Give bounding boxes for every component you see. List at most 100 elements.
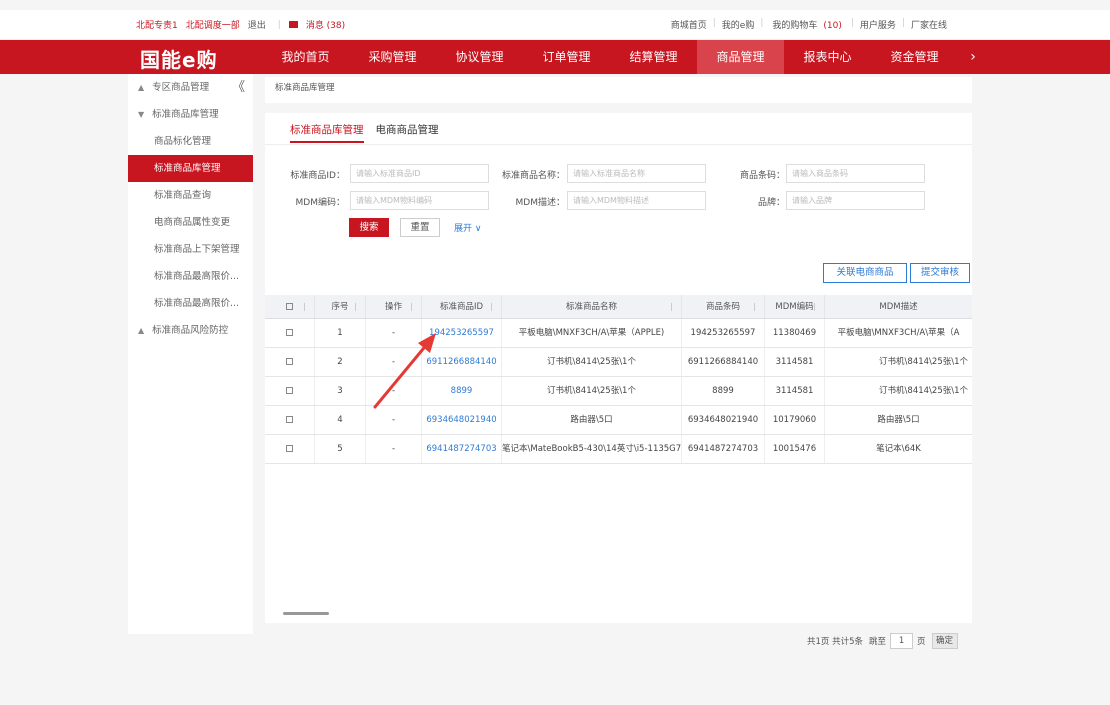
horizontal-scrollbar[interactable] (283, 612, 329, 615)
table-row: 5 - 6941487274703 笔记本\MateBookB5-430\14英… (265, 435, 972, 464)
row-no: 1 (315, 319, 366, 347)
product-desc: 订书机\8414\25张\1个 (879, 357, 968, 367)
link-ecommerce-button[interactable]: 关联电商商品 (823, 263, 907, 283)
row-checkbox[interactable] (265, 319, 315, 347)
mall-home-link[interactable]: 商城首页 (671, 18, 707, 31)
sidebar-item-std-library[interactable]: 标准商品库管理 (128, 155, 253, 182)
barcode-label: 商品条码： (739, 171, 785, 181)
product-name: 笔记本\MateBookB5-430\14英寸\i5-1135G7 (502, 435, 682, 463)
std-name-label: 标准商品名称： (501, 171, 565, 181)
product-id-link[interactable]: 6941487274703 (422, 435, 502, 463)
department: 北配调度一部 (185, 21, 240, 31)
logo: 国能e购 (140, 48, 218, 72)
nav-products[interactable]: 商品管理 (697, 40, 784, 74)
row-checkbox[interactable] (265, 435, 315, 463)
row-no: 2 (315, 348, 366, 376)
page-number-input[interactable]: 1 (890, 633, 914, 649)
row-checkbox[interactable] (265, 406, 315, 434)
main-nav: 国能e购 我的首页 采购管理 协议管理 订单管理 结算管理 商品管理 报表中心 … (0, 40, 1110, 74)
tab-ecommerce[interactable]: 电商商品管理 (376, 122, 439, 143)
select-all-checkbox[interactable] (265, 295, 315, 318)
sidebar: ▲ 专区商品管理 《 ▼ 标准商品库管理 商品标化管理 标准商品库管理 标准商品查询… (128, 74, 253, 634)
sidebar-item-max-price-2[interactable]: 标准商品最高限价... (128, 290, 253, 317)
product-desc: 笔记本\64K (876, 444, 921, 454)
product-barcode: 6911266884140 (682, 348, 765, 376)
mdm-code-label: MDM编码： (295, 198, 345, 208)
product-mdm: 11380469 (765, 319, 825, 347)
nav-home[interactable]: 我的首页 (262, 40, 349, 74)
reset-button[interactable]: 重置 (400, 218, 440, 237)
pagination: 共1页 共计5条 跳至 1 页 确定 (807, 633, 958, 649)
nav-funds[interactable]: 资金管理 (871, 40, 958, 74)
std-id-input[interactable]: 请输入标准商品ID (350, 164, 489, 183)
row-checkbox[interactable] (265, 348, 315, 376)
nav-reports[interactable]: 报表中心 (784, 40, 871, 74)
sidebar-item-attr-change[interactable]: 电商商品属性变更 (128, 209, 253, 236)
breadcrumb: 标准商品库管理 (265, 77, 972, 103)
col-header-no[interactable]: 序号 (315, 295, 366, 318)
jump-label: 跳至 (869, 637, 887, 647)
submit-review-button[interactable]: 提交审核 (910, 263, 970, 283)
row-checkbox[interactable] (265, 377, 315, 405)
col-header-op[interactable]: 操作 (366, 295, 422, 318)
barcode-input[interactable]: 请输入商品条码 (786, 164, 925, 183)
logout-link[interactable]: 退出 (248, 18, 266, 31)
caret-up-icon: ▲ (138, 83, 145, 92)
col-header-mdm[interactable]: MDM编码 (765, 295, 825, 318)
col-header-id[interactable]: 标准商品ID (422, 295, 502, 318)
search-button[interactable]: 搜索 (349, 218, 389, 237)
sidebar-item-shelf[interactable]: 标准商品上下架管理 (128, 236, 253, 263)
col-header-name[interactable]: 标准商品名称 (502, 295, 682, 318)
sidebar-item-zone-products[interactable]: ▲ 专区商品管理 《 (128, 74, 253, 101)
mail-icon (288, 21, 298, 28)
sidebar-item-std-library-group[interactable]: ▼ 标准商品库管理 (128, 101, 253, 128)
user-role: 北配专责1 (136, 21, 178, 31)
nav-more-arrow[interactable]: › (958, 40, 988, 74)
sidebar-item-max-price-1[interactable]: 标准商品最高限价... (128, 263, 253, 290)
tab-std-library[interactable]: 标准商品库管理 (290, 122, 364, 143)
product-barcode: 194253265597 (682, 319, 765, 347)
sidebar-item-risk-control[interactable]: ▲ 标准商品风险防控 (128, 317, 253, 344)
top-utility-bar: 北配专责1 北配调度一部 退出 | 消息 (38) 商城首页 | 我的e购 | 我的… (0, 10, 1110, 40)
collapse-sidebar-icon[interactable]: 《 (232, 74, 245, 101)
mdm-desc-input[interactable]: 请输入MDM物料描述 (567, 191, 706, 210)
product-name: 路由器\5口 (502, 406, 682, 434)
page-unit: 页 (917, 637, 926, 647)
product-desc: 平板电脑\MNXF3CH/A\苹果（A (837, 328, 960, 338)
col-header-desc[interactable]: MDM描述 (825, 295, 972, 318)
caret-down-icon: ▼ (138, 110, 145, 119)
annotation-arrow-icon (373, 333, 436, 409)
product-desc: 路由器\5口 (877, 415, 920, 425)
product-mdm: 10015476 (765, 435, 825, 463)
nav-agreement[interactable]: 协议管理 (436, 40, 523, 74)
nav-procurement[interactable]: 采购管理 (349, 40, 436, 74)
my-egou-link[interactable]: 我的e购 (722, 18, 755, 31)
nav-settlement[interactable]: 结算管理 (610, 40, 697, 74)
page-summary: 共1页 共计5条 (807, 637, 864, 647)
product-name: 平板电脑\MNXF3CH/A\苹果（APPLE) (502, 319, 682, 347)
col-header-barcode[interactable]: 商品条码 (682, 295, 765, 318)
caret-up-icon: ▲ (138, 326, 145, 335)
product-name: 订书机\8414\25张\1个 (502, 348, 682, 376)
product-mdm: 3114581 (765, 348, 825, 376)
product-barcode: 8899 (682, 377, 765, 405)
std-name-input[interactable]: 请输入标准商品名称 (567, 164, 706, 183)
mdm-desc-label: MDM描述： (515, 198, 565, 208)
table-header: 序号 操作 标准商品ID 标准商品名称 商品条码 MDM编码 MDM描述 (265, 295, 972, 319)
product-barcode: 6934648021940 (682, 406, 765, 434)
row-no: 5 (315, 435, 366, 463)
product-mdm: 3114581 (765, 377, 825, 405)
user-service-link[interactable]: 用户服务 (860, 18, 896, 31)
confirm-page-button[interactable]: 确定 (931, 633, 958, 649)
vendor-online-link[interactable]: 厂家在线 (911, 18, 947, 31)
mdm-code-input[interactable]: 请输入MDM物料编码 (350, 191, 489, 210)
row-op: - (366, 435, 422, 463)
sidebar-item-std-query[interactable]: 标准商品查询 (128, 182, 253, 209)
expand-toggle[interactable]: 展开 ∨ (454, 221, 481, 234)
sidebar-item-standardize[interactable]: 商品标化管理 (128, 128, 253, 155)
cart-link[interactable]: 我的购物车 (10) (769, 18, 845, 31)
product-barcode: 6941487274703 (682, 435, 765, 463)
brand-input[interactable]: 请输入品牌 (786, 191, 925, 210)
messages-link[interactable]: 消息 (38) (306, 18, 345, 31)
nav-orders[interactable]: 订单管理 (523, 40, 610, 74)
